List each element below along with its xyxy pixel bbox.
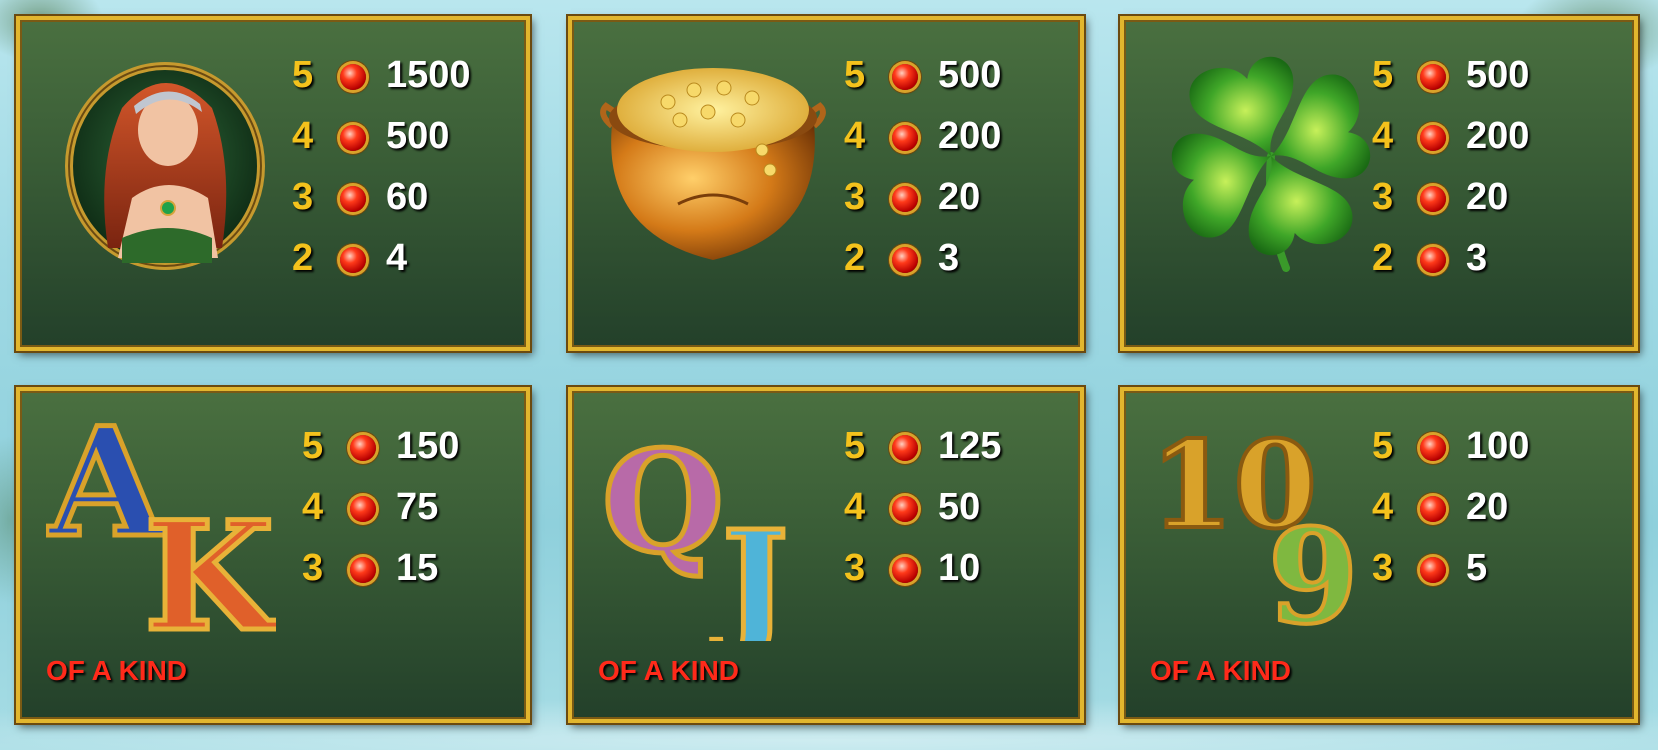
payout-value: 500 <box>938 54 1002 96</box>
match-count: 3 <box>292 176 314 218</box>
gem-bullet-icon <box>1420 64 1446 90</box>
gem-bullet-icon <box>340 64 366 90</box>
match-count: 4 <box>844 486 866 528</box>
gem-bullet-icon <box>340 125 366 151</box>
gem-bullet-icon <box>892 186 918 212</box>
match-count: 2 <box>844 237 866 279</box>
match-count: 3 <box>844 176 866 218</box>
payout-value: 60 <box>386 176 429 218</box>
of-a-kind-caption: OF A KIND <box>46 655 188 686</box>
payout-value: 200 <box>1466 115 1530 157</box>
ace-king-icon: A K <box>44 393 282 668</box>
gem-bullet-icon <box>350 557 376 583</box>
payout-value: 500 <box>386 115 450 157</box>
gem-bullet-icon <box>1420 247 1446 273</box>
gem-bullet-icon <box>1420 435 1446 461</box>
payout-value: 20 <box>1466 486 1509 528</box>
payout-value: 10 <box>938 547 981 589</box>
gem-bullet-icon <box>350 435 376 461</box>
match-count: 4 <box>1372 486 1394 528</box>
payout-value: 125 <box>938 425 1002 467</box>
gem-bullet-icon <box>1420 186 1446 212</box>
gem-bullet-icon <box>892 496 918 522</box>
payout-value: 3 <box>1466 237 1488 279</box>
payout-value: 100 <box>1466 425 1530 467</box>
gem-bullet-icon <box>892 247 918 273</box>
match-count: 5 <box>844 425 866 467</box>
payout-value: 15 <box>396 547 439 589</box>
four-leaf-clover-icon <box>1166 48 1376 278</box>
ten-nine-icon: 10 9 <box>1148 413 1370 655</box>
paytable-panel-ten-nine: 10 9 5 100 4 20 3 5 OF A KIND <box>1120 387 1638 723</box>
payout-value: 20 <box>938 176 981 218</box>
pot-of-gold-icon <box>598 54 828 274</box>
gem-bullet-icon <box>892 557 918 583</box>
queen-jack-icon: Q J <box>600 419 822 668</box>
gem-bullet-icon <box>350 496 376 522</box>
payout-value: 1500 <box>386 54 471 96</box>
svg-text:K: K <box>144 489 276 639</box>
match-count: 2 <box>1372 237 1394 279</box>
paytable-panel-lady: 5 1500 4 500 3 60 2 4 <box>16 16 530 351</box>
payout-value: 3 <box>938 237 960 279</box>
redhead-lady-icon <box>62 48 268 274</box>
payout-value: 50 <box>938 486 981 528</box>
match-count: 4 <box>302 486 324 528</box>
svg-text:J: J <box>711 501 788 641</box>
gem-bullet-icon <box>1420 125 1446 151</box>
match-count: 5 <box>302 425 324 467</box>
paytable-panel-ace-king: A K 5 150 4 75 3 15 OF A KIND <box>16 387 530 723</box>
match-count: 3 <box>844 547 866 589</box>
match-count: 5 <box>1372 425 1394 467</box>
payout-value: 150 <box>396 425 460 467</box>
gem-bullet-icon <box>340 247 366 273</box>
paytable-panel-clover: 5 500 4 200 3 20 2 3 <box>1120 16 1638 351</box>
payout-value: 200 <box>938 115 1002 157</box>
payout-value: 4 <box>386 237 408 279</box>
match-count: 5 <box>292 54 314 96</box>
paytable-panel-queen-jack: Q J 5 125 4 50 3 10 OF A KIND <box>568 387 1084 723</box>
match-count: 5 <box>1372 54 1394 96</box>
of-a-kind-caption: OF A KIND <box>1150 655 1292 686</box>
match-count: 4 <box>292 115 314 157</box>
gem-bullet-icon <box>1420 496 1446 522</box>
match-count: 4 <box>1372 115 1394 157</box>
payout-value: 20 <box>1466 176 1509 218</box>
gem-bullet-icon <box>892 125 918 151</box>
svg-text:9: 9 <box>1268 500 1358 637</box>
gem-bullet-icon <box>340 186 366 212</box>
payout-value: 5 <box>1466 547 1488 589</box>
match-count: 3 <box>1372 176 1394 218</box>
svg-text:Q: Q <box>602 421 724 585</box>
gem-bullet-icon <box>1420 557 1446 583</box>
match-count: 2 <box>292 237 314 279</box>
payout-value: 75 <box>396 486 439 528</box>
gem-bullet-icon <box>892 64 918 90</box>
of-a-kind-caption: OF A KIND <box>598 655 740 686</box>
payout-value: 500 <box>1466 54 1530 96</box>
gem-bullet-icon <box>892 435 918 461</box>
match-count: 5 <box>844 54 866 96</box>
paytable-panel-pot: 5 500 4 200 3 20 2 3 <box>568 16 1084 351</box>
match-count: 3 <box>1372 547 1394 589</box>
match-count: 3 <box>302 547 324 589</box>
match-count: 4 <box>844 115 866 157</box>
